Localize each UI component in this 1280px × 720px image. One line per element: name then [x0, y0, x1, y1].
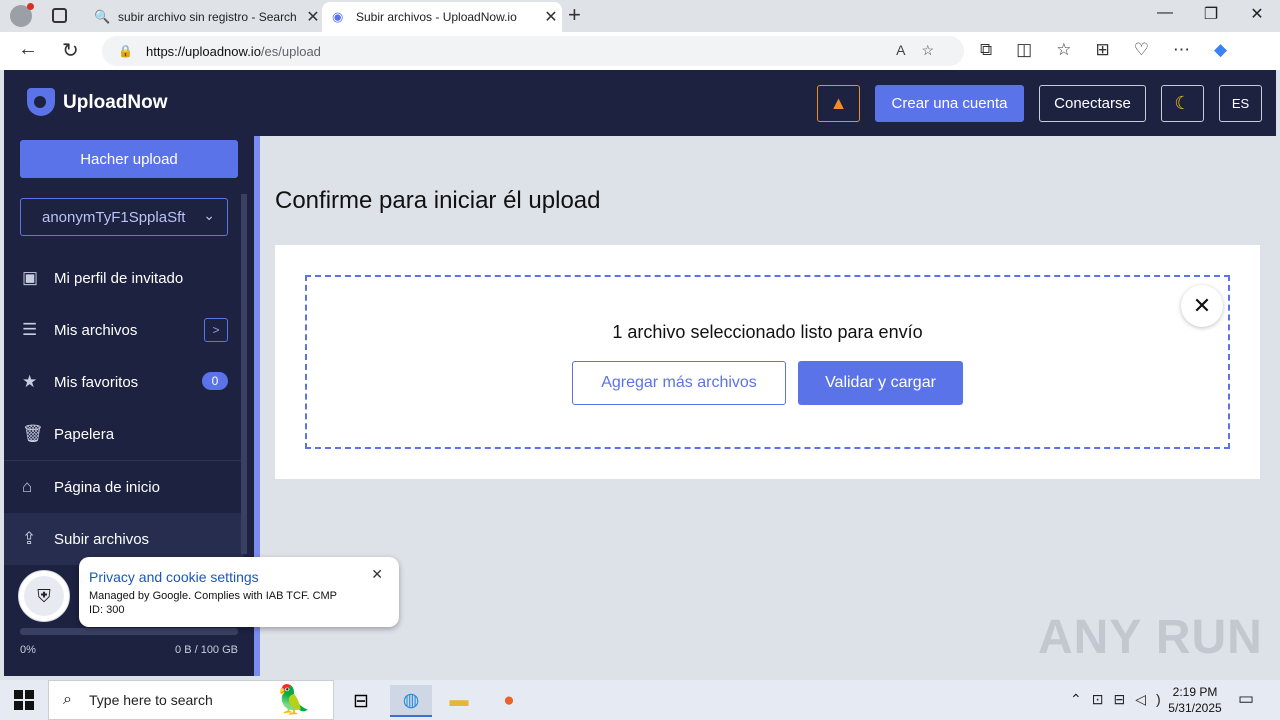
- task-view-icon[interactable]: ⊟: [340, 685, 382, 717]
- tab-close-icon[interactable]: ✕: [540, 7, 562, 27]
- restore-icon[interactable]: ❐: [1188, 4, 1234, 24]
- upload-icon: ⇪: [22, 529, 37, 548]
- system-tray-icons[interactable]: ⌃⊡⊟◁): [1070, 691, 1171, 708]
- page-title: Confirme para iniciar él upload: [275, 187, 601, 214]
- taskbar-search-placeholder: Type here to search: [89, 692, 213, 708]
- browser-toolbar-icons: ⧉ ◫ ☆ ⊞ ♡ ⋯ ◆: [980, 40, 1227, 60]
- sidebar-item-guest-profile[interactable]: ▣ Mi perfil de invitado: [4, 252, 244, 304]
- taskbar-search-box[interactable]: ⌕ Type here to search 🦜: [48, 680, 334, 720]
- user-profile-icon: ▣: [22, 268, 39, 287]
- notifications-icon[interactable]: ▭: [1238, 689, 1254, 709]
- browser-tab-search[interactable]: 🔍 subir archivo sin registro - Search ✕: [84, 2, 324, 32]
- user-select-value: anonymTyF1SpplaSft: [42, 208, 186, 226]
- upload-dropzone[interactable]: ✕ 1 archivo seleccionado listo para enví…: [305, 275, 1230, 449]
- language-button[interactable]: ES: [1219, 85, 1262, 122]
- chevron-down-icon: ⌄: [203, 207, 215, 223]
- window-close-icon[interactable]: ✕: [1234, 4, 1280, 24]
- trash-icon: 🗑: [22, 424, 44, 443]
- sidebar-item-label: Mis archivos: [54, 321, 138, 339]
- edge-browser-icon[interactable]: ◍: [390, 685, 432, 717]
- app-header: UploadNow ▲ Crear una cuenta Conectarse …: [4, 70, 1276, 136]
- close-icon[interactable]: ✕: [1181, 285, 1223, 327]
- sidebar-item-trash[interactable]: 🗑 Papelera: [4, 408, 244, 460]
- star-icon: ★: [22, 372, 38, 391]
- search-icon: 🔍: [94, 9, 111, 24]
- tab-label: subir archivo sin registro - Search: [118, 10, 297, 24]
- home-icon: ⌂: [22, 477, 33, 496]
- sidebar-item-home[interactable]: ⌂ Página de inicio: [4, 461, 244, 513]
- split-screen-icon[interactable]: ◫: [1016, 40, 1032, 60]
- uploadnow-favicon-icon: ◉: [332, 9, 344, 24]
- upload-button[interactable]: Hacher upload: [20, 140, 238, 178]
- url-field[interactable]: 🔒 https://uploadnow.io/es/upload A☆: [102, 36, 964, 66]
- upload-status-text: 1 archivo seleccionado listo para envío: [612, 322, 923, 342]
- user-select[interactable]: anonymTyF1SpplaSft ⌄: [20, 198, 228, 236]
- performance-icon[interactable]: ♡: [1134, 40, 1149, 60]
- browser-tab-uploadnow[interactable]: ◉ Subir archivos - UploadNow.io ✕: [322, 2, 562, 32]
- clock-date: 5/31/2025: [1168, 701, 1222, 715]
- new-tab-icon[interactable]: +: [568, 2, 581, 28]
- sidebar-item-label: Subir archivos: [54, 530, 150, 548]
- anyrun-watermark: ANY RUN: [1038, 611, 1263, 664]
- sidebar-item-label: Mis favoritos: [54, 373, 139, 391]
- sidebar-item-label: Papelera: [54, 425, 115, 443]
- clock-time: 2:19 PM: [1172, 685, 1218, 699]
- windows-start-icon[interactable]: [14, 690, 34, 710]
- firefox-icon[interactable]: ●: [488, 685, 530, 717]
- copilot-icon[interactable]: ◆: [1214, 40, 1227, 60]
- back-icon[interactable]: ←: [18, 38, 38, 61]
- main-content: Confirme para iniciar él upload ✕ 1 arch…: [260, 136, 1276, 676]
- read-aloud-and-favorite-icons[interactable]: A☆: [896, 42, 950, 59]
- favorites-icon[interactable]: ☆: [1056, 40, 1071, 60]
- tab-actions-icon[interactable]: [52, 8, 67, 23]
- add-more-files-button[interactable]: Agregar más archivos: [572, 361, 786, 405]
- cookie-settings-button[interactable]: ⛨: [18, 570, 70, 622]
- login-button[interactable]: Conectarse: [1039, 85, 1146, 122]
- warning-icon: ▲: [829, 93, 848, 113]
- close-icon[interactable]: ✕: [371, 566, 383, 583]
- logo-text[interactable]: UploadNow: [63, 92, 168, 114]
- create-account-button[interactable]: Crear una cuenta: [875, 85, 1024, 122]
- taskbar-clock[interactable]: 2:19 PM 5/31/2025: [1165, 684, 1225, 716]
- moon-icon: ☾: [1174, 93, 1191, 113]
- dark-mode-button[interactable]: ☾: [1161, 85, 1204, 122]
- uploadnow-logo-icon[interactable]: [27, 88, 55, 116]
- url-text: https://uploadnow.io/es/upload: [146, 43, 321, 59]
- parrots-search-highlight-icon: 🦜: [276, 684, 311, 715]
- more-icon[interactable]: ⋯: [1173, 40, 1190, 60]
- search-icon: ⌕: [63, 691, 72, 708]
- sidebar-item-my-files[interactable]: ☰ Mis archivos >: [4, 304, 244, 356]
- validate-upload-button[interactable]: Validar y cargar: [798, 361, 963, 405]
- sidebar-item-favorites[interactable]: ★ Mis favoritos 0: [4, 356, 244, 408]
- tab-close-icon[interactable]: ✕: [302, 7, 324, 27]
- storage-quota-percent: 0%: [20, 644, 36, 656]
- taskbar: ⌕ Type here to search 🦜 ⊟ ◍ ▬ ● ⌃⊡⊟◁) 2:…: [0, 680, 1280, 720]
- lock-icon: 🔒: [118, 44, 133, 58]
- upload-card: ✕ 1 archivo seleccionado listo para enví…: [275, 245, 1260, 479]
- storage-quota-size: 0 B / 100 GB: [175, 644, 238, 656]
- sidebar-item-label: Página de inicio: [54, 478, 160, 496]
- tab-label: Subir archivos - UploadNow.io: [356, 10, 517, 24]
- warning-button[interactable]: ▲: [817, 85, 860, 122]
- favorites-count-badge: 0: [202, 372, 228, 390]
- file-explorer-icon[interactable]: ▬: [438, 685, 480, 717]
- cookie-popup-title[interactable]: Privacy and cookie settings: [89, 569, 259, 585]
- profile-avatar-icon[interactable]: [10, 3, 34, 27]
- address-bar-row: ← ↻ 🔒 https://uploadnow.io/es/upload A☆ …: [0, 32, 1280, 70]
- minimize-icon[interactable]: —: [1142, 4, 1188, 22]
- file-tree-icon: ☰: [22, 320, 38, 339]
- cookie-popup: Privacy and cookie settings Managed by G…: [79, 557, 399, 627]
- reload-icon[interactable]: ↻: [62, 38, 79, 63]
- cookie-popup-text: Managed by Google. Complies with IAB TCF…: [89, 590, 337, 616]
- shield-check-icon: ⛨: [24, 576, 64, 616]
- collections-icon[interactable]: ⊞: [1095, 40, 1109, 60]
- storage-quota-bar: [20, 628, 238, 635]
- extensions-icon[interactable]: ⧉: [980, 40, 992, 60]
- browser-tab-bar: 🔍 subir archivo sin registro - Search ✕ …: [0, 0, 1280, 32]
- expand-chevron-icon[interactable]: >: [204, 318, 228, 342]
- sidebar-scrollbar[interactable]: [241, 194, 247, 554]
- sidebar-item-label: Mi perfil de invitado: [54, 269, 184, 287]
